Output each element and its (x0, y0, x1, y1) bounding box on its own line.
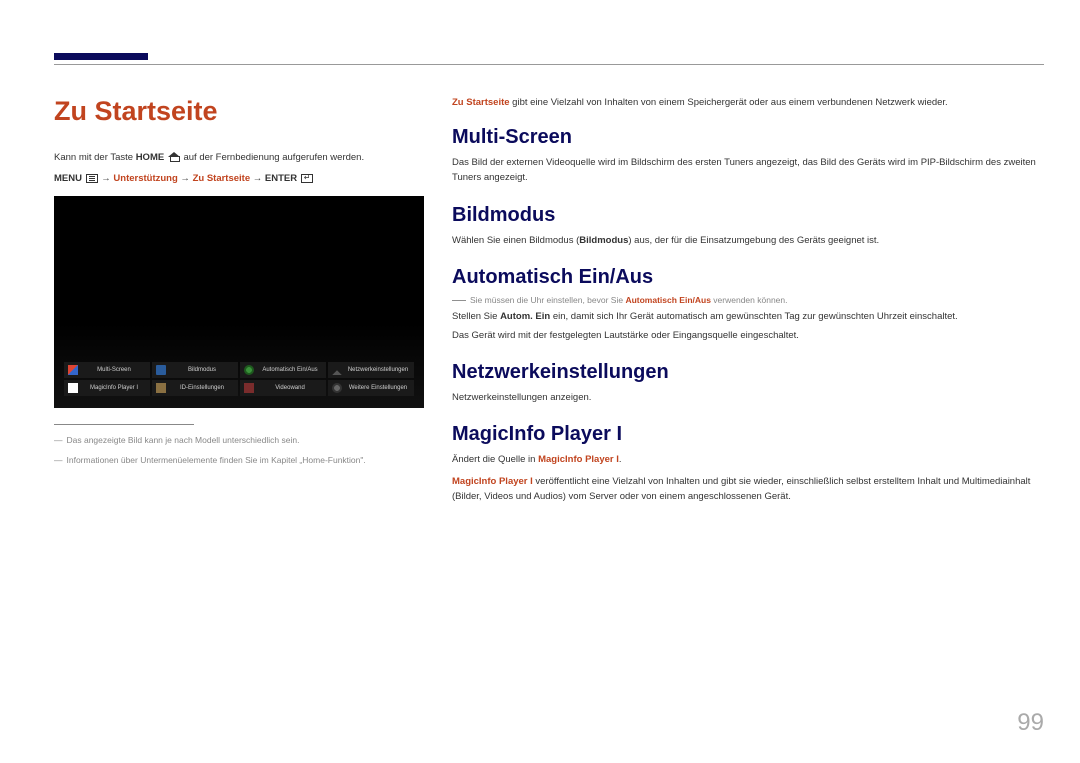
tile-label: Multi-Screen (82, 367, 146, 373)
note-post: verwenden können. (711, 295, 788, 305)
bildmodus-icon (156, 365, 166, 375)
footnote-rule (54, 424, 194, 425)
id-icon (156, 383, 166, 393)
header-accent-bar (54, 53, 148, 60)
section-body: Ändert die Quelle in MagicInfo Player I. (452, 452, 1042, 467)
section-note: ― Sie müssen die Uhr einstellen, bevor S… (452, 295, 1042, 305)
page-number: 99 (1017, 709, 1044, 737)
nav-enter: ENTER (265, 173, 297, 184)
line1-post: . (619, 454, 622, 465)
tile-multi-screen: Multi-Screen (64, 362, 150, 378)
more-icon (332, 383, 342, 393)
nav-path: MENU → Unterstützung → Zu Startseite → E… (54, 173, 424, 184)
intro-post: auf der Fernbedienung aufgerufen werden. (181, 152, 364, 163)
footnote-text: Informationen über Untermenüelemente fin… (67, 455, 366, 465)
intro-text: Kann mit der Taste HOME auf der Fernbedi… (54, 151, 424, 165)
section-title-net: Netzwerkeinstellungen (452, 361, 1042, 384)
dash-icon: ― (54, 435, 63, 445)
footnote-1: ― Das angezeigte Bild kann je nach Modell… (54, 435, 424, 445)
body-post: ) aus, der für die Einsatzumgebung des G… (628, 235, 879, 246)
line2-body: veröffentlicht eine Vielzahl von Inhalte… (452, 476, 1030, 502)
dash-icon: ― (54, 455, 63, 465)
section-body: Netzwerkeinstellungen anzeigen. (452, 390, 1042, 405)
menu-icon (86, 174, 98, 183)
note-em: Automatisch Ein/Aus (625, 295, 710, 305)
tile-label: Netzwerkeinstellungen (346, 367, 410, 373)
nav-support: Unterstützung (113, 173, 177, 184)
right-intro: Zu Startseite gibt eine Vielzahl von Inh… (452, 96, 1042, 110)
line2-em: MagicInfo Player I (452, 476, 533, 487)
line2-pre: Stellen Sie (452, 311, 500, 322)
nav-arrow: → (250, 173, 265, 184)
enter-icon (301, 174, 313, 183)
section-body: Wählen Sie einen Bildmodus (Bildmodus) a… (452, 233, 1042, 248)
header-rule (54, 64, 1044, 65)
tile-label: Videowand (258, 385, 322, 391)
page-title: Zu Startseite (54, 96, 424, 127)
left-column: Zu Startseite Kann mit der Taste HOME au… (54, 96, 424, 465)
line1-em: MagicInfo Player I (538, 454, 619, 465)
home-icon (168, 152, 180, 162)
right-column: Zu Startseite gibt eine Vielzahl von Inh… (452, 96, 1042, 522)
network-icon (332, 365, 342, 375)
tile-netzwerk: Netzwerkeinstellungen (328, 362, 414, 378)
intro-home-bold: HOME (136, 152, 165, 163)
note-pre: Sie müssen die Uhr einstellen, bevor Sie (470, 295, 625, 305)
intro-pre: Kann mit der Taste (54, 152, 136, 163)
tile-label: MagicInfo Player I (82, 385, 146, 391)
tile-label: Automatisch Ein/Aus (258, 367, 322, 373)
section-title-bildmodus: Bildmodus (452, 204, 1042, 227)
tile-bildmodus: Bildmodus (152, 362, 238, 378)
line2-em: Autom. Ein (500, 311, 550, 322)
footnote-2: ― Informationen über Untermenüelemente fi… (54, 455, 424, 465)
tv-preview: Multi-Screen Bildmodus Automatisch Ein/A… (54, 196, 424, 408)
footnote-text: Das angezeigte Bild kann je nach Modell … (67, 435, 300, 445)
intro-text: gibt eine Vielzahl von Inhalten von eine… (510, 97, 948, 108)
videowall-icon (244, 383, 254, 393)
line1-pre: Ändert die Quelle in (452, 454, 538, 465)
tile-label: ID-Einstellungen (170, 385, 234, 391)
section-body: MagicInfo Player I veröffentlicht eine V… (452, 474, 1042, 504)
tile-label: Weitere Einstellungen (346, 385, 410, 391)
section-title-magic: MagicInfo Player I (452, 423, 1042, 446)
intro-emphasis: Zu Startseite (452, 97, 510, 108)
tile-id-einst: ID-Einstellungen (152, 380, 238, 396)
nav-menu: MENU (54, 173, 82, 184)
multi-screen-icon (68, 365, 78, 375)
tv-menu-grid: Multi-Screen Bildmodus Automatisch Ein/A… (64, 362, 414, 396)
section-title-auto: Automatisch Ein/Aus (452, 266, 1042, 289)
nav-arrow: → (101, 173, 113, 184)
line2-post: ein, damit sich Ihr Gerät automatisch am… (550, 311, 957, 322)
tile-magicinfo: MagicInfo Player I (64, 380, 150, 396)
section-body: Das Gerät wird mit der festgelegten Laut… (452, 328, 1042, 343)
tile-auto-ein-aus: Automatisch Ein/Aus (240, 362, 326, 378)
section-title-multi-screen: Multi-Screen (452, 126, 1042, 149)
note-inner: Sie müssen die Uhr einstellen, bevor Sie… (470, 295, 788, 305)
nav-arrow: → (178, 173, 193, 184)
tile-weitere: Weitere Einstellungen (328, 380, 414, 396)
nav-home: Zu Startseite (193, 173, 251, 184)
dash-icon: ― (452, 295, 466, 305)
tile-label: Bildmodus (170, 367, 234, 373)
section-body: Das Bild der externen Videoquelle wird i… (452, 155, 1042, 185)
tile-videowand: Videowand (240, 380, 326, 396)
auto-icon (244, 365, 254, 375)
magicinfo-icon (68, 383, 78, 393)
body-em: Bildmodus (579, 235, 628, 246)
body-pre: Wählen Sie einen Bildmodus ( (452, 235, 579, 246)
section-body: Stellen Sie Autom. Ein ein, damit sich I… (452, 309, 1042, 324)
